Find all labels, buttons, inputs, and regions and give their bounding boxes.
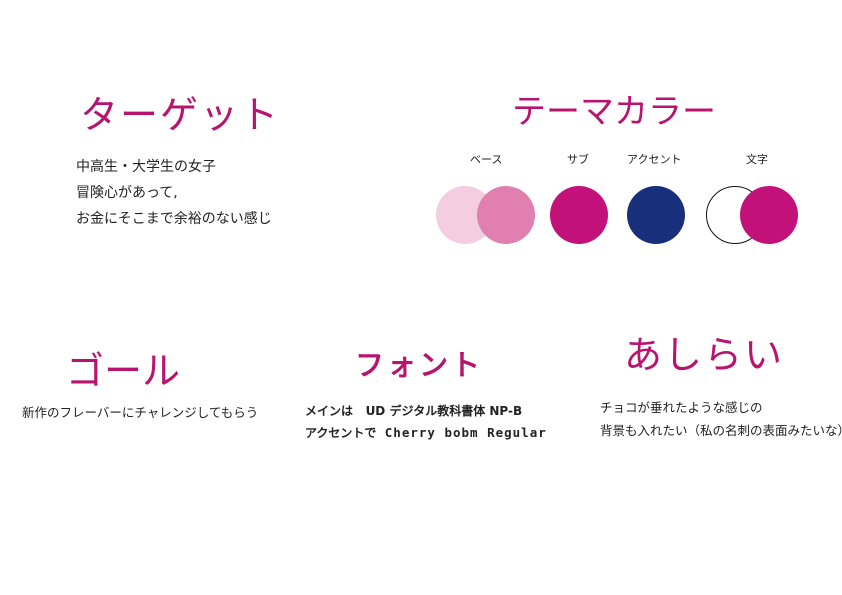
ashirai-line-2: 背景も入れたい（私の名刺の表面みたいな） [600, 423, 842, 438]
goal-description: 新作のフレーバーにチャレンジしてもらう [22, 405, 259, 420]
main-font-label: メインは [305, 404, 354, 418]
target-line-1: 中高生・大学生の女子 [76, 159, 216, 175]
main-font-name: UD デジタル教科書体 NP-B [365, 404, 523, 418]
main-font-line: メインは UD デジタル教科書体 NP-B [305, 400, 547, 422]
target-line-3: お金にそこまで余裕のない感じ [76, 211, 272, 227]
base-color-swatch-mid [477, 186, 535, 244]
target-heading: ターゲット [80, 93, 281, 137]
goal-heading: ゴール [66, 349, 181, 393]
ashirai-description: チョコが垂れたような感じの 背景も入れたい（私の名刺の表面みたいな） [600, 396, 842, 442]
target-description: 中高生・大学生の女子 冒険心があって, お金にそこまで余裕のない感じ [76, 154, 272, 232]
text-color-swatch-fill [740, 186, 798, 244]
ashirai-heading: あしらい [624, 333, 785, 377]
base-color-label: ベース [470, 153, 503, 166]
target-line-2: 冒険心があって, [76, 185, 178, 201]
accent-color-swatch [627, 186, 685, 244]
accent-font-label: アクセントで [305, 426, 377, 440]
font-heading: フォント [355, 348, 484, 382]
sub-color-swatch [550, 186, 608, 244]
sub-color-label: サブ [567, 153, 589, 166]
font-description: メインは UD デジタル教科書体 NP-B アクセントで Cherry bobm… [305, 400, 547, 444]
text-color-label: 文字 [746, 153, 768, 166]
theme-color-heading: テーマカラー [512, 92, 716, 132]
accent-font-name: Cherry bobm Regular [384, 425, 547, 440]
accent-color-label: アクセント [627, 153, 682, 166]
ashirai-line-1: チョコが垂れたような感じの [600, 400, 763, 415]
accent-font-line: アクセントで Cherry bobm Regular [305, 422, 547, 444]
